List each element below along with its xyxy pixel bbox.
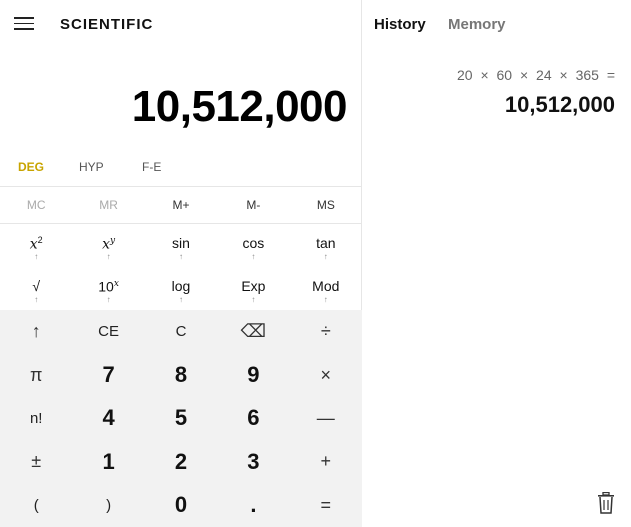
ten-power-button[interactable]: 10x ↑ (72, 267, 144, 310)
digit-7-button[interactable]: 7 (72, 353, 144, 396)
fe-button[interactable]: F-E (142, 160, 161, 174)
plus-minus-button[interactable]: ± (0, 440, 72, 483)
digit-9-button[interactable]: 9 (217, 353, 289, 396)
mod-button[interactable]: Mod ↑ (290, 267, 362, 310)
exp-label: Exp (241, 278, 266, 294)
sqrt-label: √ (32, 278, 41, 294)
decimal-button[interactable]: . (217, 484, 289, 527)
close-paren-button[interactable]: ) (72, 484, 144, 527)
open-paren-button[interactable]: ( (0, 484, 72, 527)
digit-0-button[interactable]: 0 (145, 484, 217, 527)
shift-arrow-icon: ↑ (178, 252, 183, 261)
tab-memory[interactable]: Memory (448, 16, 506, 33)
log-button[interactable]: log ↑ (145, 267, 217, 310)
result-display: 10,512,000 (131, 82, 348, 131)
shift-arrow-icon: ↑ (323, 295, 328, 304)
clear-button[interactable]: C (145, 310, 217, 353)
shift-arrow-icon: ↑ (106, 295, 111, 304)
shift-arrow-icon: ↑ (251, 295, 256, 304)
scientific-functions: x2 ↑ xy ↑ sin ↑ cos ↑ tan ↑ √ ↑ 10x ↑ log ↑ Exp ↑… (0, 224, 362, 310)
digit-4-button[interactable]: 4 (72, 397, 144, 440)
keypad: ↑ CE C ⌫ ÷ π 7 8 9 × n! 4 5 6 — ± 1 2 3 … (0, 310, 362, 527)
shift-arrow-icon: ↑ (323, 252, 328, 261)
exp-button[interactable]: Exp ↑ (217, 267, 289, 310)
equals-button[interactable]: = (290, 484, 362, 527)
square-button[interactable]: x2 ↑ (0, 224, 72, 267)
clear-entry-button[interactable]: CE (72, 310, 144, 353)
factorial-button[interactable]: n! (0, 397, 72, 440)
angle-mode-row: DEG HYP F-E (0, 160, 362, 184)
digit-3-button[interactable]: 3 (217, 440, 289, 483)
memory-recall-button[interactable]: MR (72, 187, 144, 223)
cos-label: cos (242, 235, 265, 251)
pi-button[interactable]: π (0, 353, 72, 396)
deg-button[interactable]: DEG (18, 160, 44, 174)
memory-row: MC MR M+ M- MS (0, 186, 362, 224)
title-bar: SCIENTIFIC (0, 0, 362, 48)
shift-button[interactable]: ↑ (0, 310, 72, 353)
digit-5-button[interactable]: 5 (145, 397, 217, 440)
memory-subtract-button[interactable]: M- (217, 187, 289, 223)
history-expression[interactable]: 20 × 60 × 24 × 365 = (457, 67, 615, 83)
memory-clear-button[interactable]: MC (0, 187, 72, 223)
sin-label: sin (172, 235, 190, 251)
digit-1-button[interactable]: 1 (72, 440, 144, 483)
memory-store-button[interactable]: MS (290, 187, 362, 223)
shift-arrow-icon: ↑ (34, 252, 39, 261)
multiply-button[interactable]: × (290, 353, 362, 396)
shift-arrow-icon: ↑ (178, 295, 183, 304)
mode-title: SCIENTIFIC (60, 16, 154, 33)
backspace-button[interactable]: ⌫ (217, 310, 289, 353)
power-button[interactable]: xy ↑ (72, 224, 144, 267)
mod-label: Mod (312, 278, 340, 294)
add-button[interactable]: + (290, 440, 362, 483)
shift-arrow-icon: ↑ (251, 252, 256, 261)
tan-label: tan (316, 235, 336, 251)
history-result[interactable]: 10,512,000 (505, 92, 615, 118)
log-label: log (171, 278, 191, 294)
tab-history[interactable]: History (374, 16, 426, 33)
sin-button[interactable]: sin ↑ (145, 224, 217, 267)
divide-button[interactable]: ÷ (290, 310, 362, 353)
shift-arrow-icon: ↑ (34, 295, 39, 304)
sqrt-button[interactable]: √ ↑ (0, 267, 72, 310)
shift-arrow-icon: ↑ (106, 252, 111, 261)
digit-6-button[interactable]: 6 (217, 397, 289, 440)
tan-button[interactable]: tan ↑ (290, 224, 362, 267)
trash-icon[interactable] (597, 492, 615, 514)
history-panel: History Memory 20 × 60 × 24 × 365 = 10,5… (362, 0, 631, 527)
hamburger-menu-icon[interactable] (14, 17, 34, 31)
subtract-button[interactable]: — (290, 397, 362, 440)
digit-2-button[interactable]: 2 (145, 440, 217, 483)
cos-button[interactable]: cos ↑ (217, 224, 289, 267)
digit-8-button[interactable]: 8 (145, 353, 217, 396)
memory-add-button[interactable]: M+ (145, 187, 217, 223)
hyp-button[interactable]: HYP (79, 160, 104, 174)
calculator-panel: SCIENTIFIC 10,512,000 DEG HYP F-E MC MR … (0, 0, 362, 527)
